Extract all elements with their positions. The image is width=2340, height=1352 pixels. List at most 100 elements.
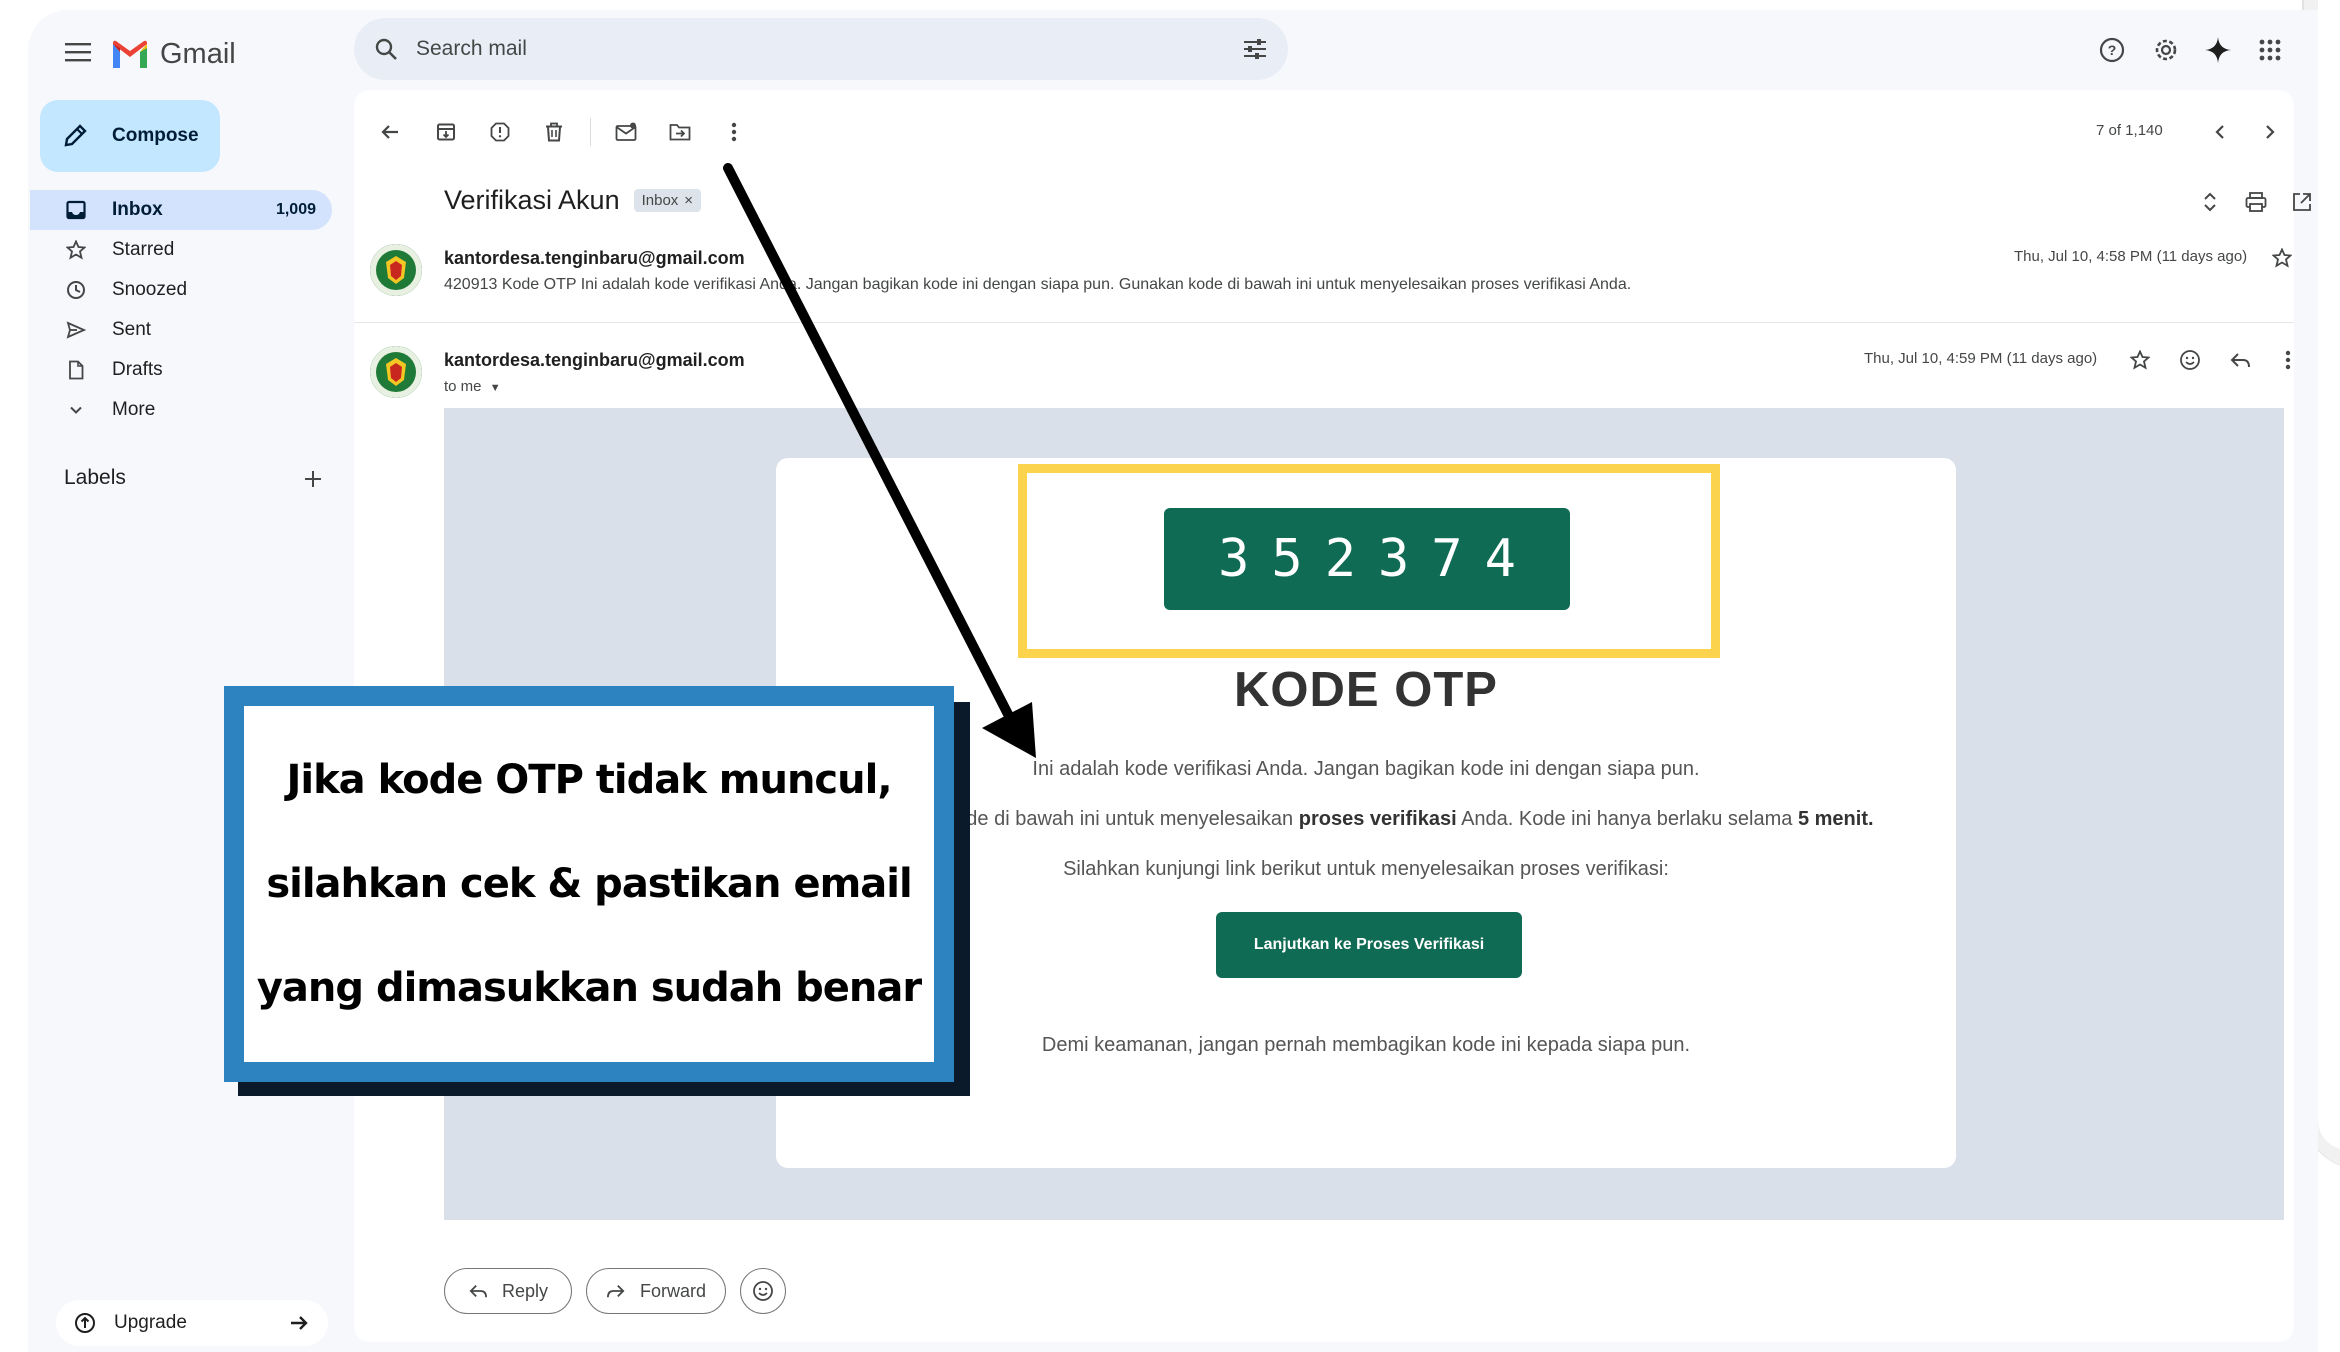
more-vert-icon <box>731 122 737 142</box>
email-line-2-mid: Anda. Kode ini hanya berlaku selama <box>1456 808 1798 830</box>
archive-button[interactable] <box>426 112 466 152</box>
delete-button[interactable] <box>534 112 574 152</box>
village-emblem-icon <box>370 346 422 398</box>
upgrade-label: Upgrade <box>114 1312 187 1333</box>
star-message-button[interactable] <box>2120 340 2160 380</box>
sidebar-item-starred[interactable]: Starred <box>30 230 332 270</box>
search-input[interactable] <box>416 37 1242 61</box>
back-button[interactable] <box>370 112 410 152</box>
support-button[interactable]: ? <box>2090 28 2134 72</box>
forward-label: Forward <box>639 1280 706 1301</box>
subject-row: Verifikasi Akun Inbox × <box>444 185 702 216</box>
open-new-window-button[interactable] <box>2282 182 2318 222</box>
sidebar-item-drafts[interactable]: Drafts <box>30 350 332 390</box>
sparkle-icon <box>2205 37 2231 63</box>
upgrade-info-icon <box>75 1313 95 1333</box>
report-spam-button[interactable] <box>480 112 520 152</box>
labels-heading: Labels <box>64 466 126 489</box>
caret-down-icon[interactable]: ▼ <box>490 382 501 394</box>
draft-icon <box>69 360 84 380</box>
print-button[interactable] <box>2236 182 2276 222</box>
plus-icon <box>305 471 321 487</box>
search-options-icon[interactable] <box>1242 37 1268 61</box>
callout-line-2: silahkan cek & pastikan email <box>266 861 912 907</box>
folder-move-icon <box>669 124 691 141</box>
forward-button[interactable]: Forward <box>586 1268 726 1314</box>
star-icon <box>66 240 86 260</box>
toolbar-divider <box>590 118 591 146</box>
message-more-button[interactable] <box>2268 340 2308 380</box>
open-in-new-icon <box>2293 193 2311 211</box>
gmail-m-icon <box>113 40 147 68</box>
sidebar-item-label: Sent <box>112 319 152 340</box>
mark-unread-button[interactable] <box>606 112 646 152</box>
star-icon <box>2130 350 2150 370</box>
apps-button[interactable] <box>2248 28 2292 72</box>
pencil-icon <box>64 124 87 147</box>
main-menu-button[interactable] <box>58 32 98 72</box>
gmail-wordmark: Gmail <box>160 38 236 70</box>
star-message-button[interactable] <box>2262 238 2302 278</box>
older-button[interactable] <box>2250 112 2290 152</box>
remove-label-icon[interactable]: × <box>684 192 693 209</box>
settings-button[interactable] <box>2144 28 2188 72</box>
callout-line-3: yang dimasukkan sudah benar <box>256 965 922 1011</box>
sidebar-item-sent[interactable]: Sent <box>30 310 332 350</box>
expand-all-button[interactable] <box>2190 182 2230 222</box>
emoji-icon <box>2180 350 2200 370</box>
pagination-count: 7 of 1,140 <box>2096 122 2163 139</box>
sidebar-item-label: Drafts <box>112 359 163 380</box>
gmail-logo[interactable]: Gmail <box>110 38 236 71</box>
chevron-left-icon <box>2215 125 2224 139</box>
sidebar-item-label: Snoozed <box>112 279 188 300</box>
search-icon[interactable] <box>374 37 398 61</box>
callout-panel: Jika kode OTP tidak muncul, silahkan cek… <box>244 706 934 1062</box>
create-label-button[interactable] <box>296 462 330 496</box>
instruction-callout: Jika kode OTP tidak muncul, silahkan cek… <box>224 686 954 1082</box>
background-decoration-inner <box>2318 0 2340 1150</box>
reply-button[interactable]: Reply <box>444 1268 572 1314</box>
report-icon <box>490 122 510 142</box>
message-date: Thu, Jul 10, 4:59 PM (11 days ago) <box>1864 350 2098 367</box>
inbox-label-chip[interactable]: Inbox × <box>633 189 702 212</box>
inbox-unread-count: 1,009 <box>275 201 316 218</box>
newer-button[interactable] <box>2200 112 2240 152</box>
gmail-window: Gmail ? Compose Inbox 1,009 Starred <box>28 10 2318 1352</box>
sidebar-item-more[interactable]: More <box>30 390 332 430</box>
add-reaction-button[interactable] <box>2170 340 2210 380</box>
forward-icon <box>606 1284 625 1298</box>
compose-button[interactable]: Compose <box>40 100 220 172</box>
reply-icon <box>469 1284 487 1298</box>
sidebar-item-inbox[interactable]: Inbox 1,009 <box>30 190 332 230</box>
reply-icon-button[interactable] <box>2220 340 2260 380</box>
email-line-2-bold: proses verifikasi <box>1298 808 1457 830</box>
compose-label: Compose <box>112 125 199 146</box>
continue-verification-button[interactable]: Lanjutkan ke Proses Verifikasi <box>1216 912 1522 978</box>
sidebar-item-label: Starred <box>112 239 175 260</box>
help-icon: ? <box>2099 37 2125 63</box>
send-icon <box>66 321 86 339</box>
emoji-icon <box>753 1281 773 1301</box>
sender-name[interactable]: kantordesa.tenginbaru@gmail.com <box>444 248 745 269</box>
arrow-right-icon <box>291 1316 308 1330</box>
chevron-down-icon <box>70 406 82 414</box>
clock-icon <box>67 281 85 299</box>
email-subject: Verifikasi Akun <box>444 185 620 215</box>
sidebar-item-label: More <box>112 399 156 420</box>
recipient-details[interactable]: to me ▼ <box>444 378 501 395</box>
message-date: Thu, Jul 10, 4:58 PM (11 days ago) <box>2014 248 2248 265</box>
star-icon <box>2272 248 2292 268</box>
sender-name[interactable]: kantordesa.tenginbaru@gmail.com <box>444 350 745 371</box>
react-button[interactable] <box>740 1268 786 1314</box>
sender-avatar <box>370 244 422 296</box>
search-bar[interactable] <box>354 18 1288 80</box>
move-to-button[interactable] <box>660 112 700 152</box>
more-options-button[interactable] <box>714 112 754 152</box>
upgrade-button[interactable]: Upgrade <box>56 1300 328 1346</box>
sidebar-item-snoozed[interactable]: Snoozed <box>30 270 332 310</box>
sender-avatar <box>370 346 422 398</box>
more-vert-icon <box>2285 350 2291 370</box>
hamburger-icon <box>65 43 91 62</box>
gemini-button[interactable] <box>2196 28 2240 72</box>
arrow-left-icon <box>381 125 398 139</box>
